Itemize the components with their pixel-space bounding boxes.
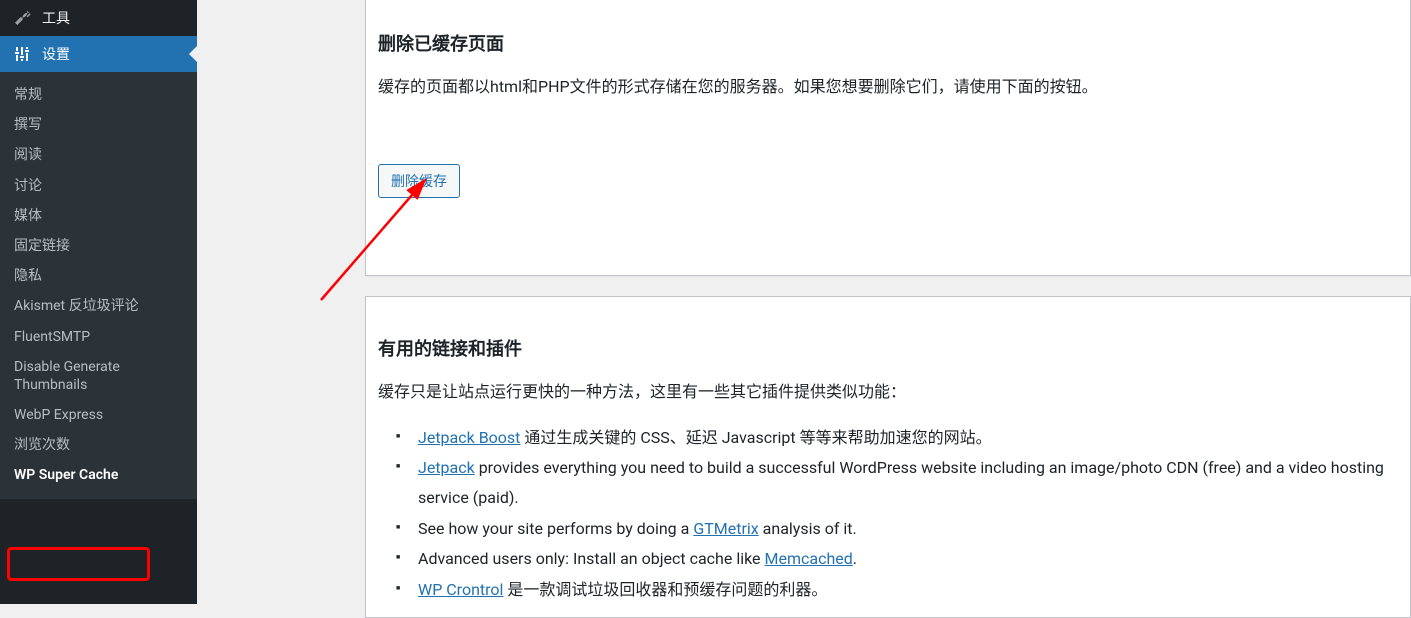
submenu-item-permalinks[interactable]: 固定链接: [0, 231, 197, 261]
card-useful-links: 有用的链接和插件 缓存只是让站点运行更快的一种方法，这里有一些其它插件提供类似功…: [365, 296, 1411, 618]
list-item-text: See how your site performs by doing a: [418, 519, 693, 538]
submenu-item-writing[interactable]: 撰写: [0, 110, 197, 140]
menu-item-label: 工具: [42, 8, 70, 28]
useful-links-list: Jetpack Boost 通过生成关键的 CSS、延迟 Javascript …: [378, 423, 1398, 605]
submenu-item-privacy[interactable]: 隐私: [0, 261, 197, 291]
list-item: See how your site performs by doing a GT…: [418, 514, 1398, 544]
sliders-icon: [12, 44, 32, 64]
submenu-item-webp-express[interactable]: WebP Express: [0, 400, 197, 430]
list-item-text: 是一款调试垃圾回收器和预缓存问题的利器。: [503, 580, 827, 599]
list-item: Advanced users only: Install an object c…: [418, 544, 1398, 574]
delete-cache-button[interactable]: 删除缓存: [378, 164, 460, 198]
submenu-item-media[interactable]: 媒体: [0, 201, 197, 231]
submenu-item-discussion[interactable]: 讨论: [0, 171, 197, 201]
settings-submenu: 常规 撰写 阅读 讨论 媒体 固定链接 隐私 Akismet 反垃圾评论 Flu…: [0, 72, 197, 499]
submenu-item-reading[interactable]: 阅读: [0, 140, 197, 170]
section-title-useful-links: 有用的链接和插件: [378, 335, 1398, 361]
section-desc-delete-cache: 缓存的页面都以html和PHP文件的形式存储在您的服务器。如果您想要删除它们，请…: [378, 74, 1398, 100]
submenu-item-akismet[interactable]: Akismet 反垃圾评论: [0, 291, 197, 321]
list-item-text: 通过生成关键的 CSS、延迟 Javascript 等等来帮助加速您的网站。: [520, 428, 991, 447]
card-delete-cache: 删除已缓存页面 缓存的页面都以html和PHP文件的形式存储在您的服务器。如果您…: [365, 0, 1411, 276]
wrench-icon: [12, 8, 32, 28]
list-item: WP Crontrol 是一款调试垃圾回收器和预缓存问题的利器。: [418, 575, 1398, 605]
section-desc-useful-links: 缓存只是让站点运行更快的一种方法，这里有一些其它插件提供类似功能：: [378, 379, 1398, 405]
link-jetpack-boost[interactable]: Jetpack Boost: [418, 428, 520, 447]
menu-item-label: 设置: [42, 44, 70, 64]
link-gtmetrix[interactable]: GTMetrix: [693, 519, 758, 538]
admin-sidebar: 工具 设置 常规 撰写 阅读 讨论 媒体 固定链接 隐私 Akismet 反垃圾…: [0, 0, 197, 604]
link-wp-crontrol[interactable]: WP Crontrol: [418, 580, 503, 599]
list-item: Jetpack provides everything you need to …: [418, 453, 1398, 514]
list-item-text: Advanced users only: Install an object c…: [418, 549, 765, 568]
submenu-item-general[interactable]: 常规: [0, 80, 197, 110]
list-item-text: provides everything you need to build a …: [418, 458, 1384, 507]
list-item: Jetpack Boost 通过生成关键的 CSS、延迟 Javascript …: [418, 423, 1398, 453]
list-item-text: .: [853, 549, 857, 568]
submenu-item-disable-thumbnails[interactable]: Disable Generate Thumbnails: [0, 352, 197, 400]
menu-item-settings[interactable]: 设置: [0, 36, 197, 72]
section-title-delete-cache: 删除已缓存页面: [378, 30, 1398, 56]
submenu-item-pageviews[interactable]: 浏览次数: [0, 430, 197, 460]
submenu-item-fluentsmtp[interactable]: FluentSMTP: [0, 322, 197, 352]
submenu-item-wp-super-cache[interactable]: WP Super Cache: [0, 460, 197, 490]
link-jetpack[interactable]: Jetpack: [418, 458, 475, 477]
content-area: 删除已缓存页面 缓存的页面都以html和PHP文件的形式存储在您的服务器。如果您…: [197, 0, 1411, 604]
list-item-text: analysis of it.: [759, 519, 857, 538]
link-memcached[interactable]: Memcached: [765, 549, 853, 568]
menu-item-tools[interactable]: 工具: [0, 0, 197, 36]
